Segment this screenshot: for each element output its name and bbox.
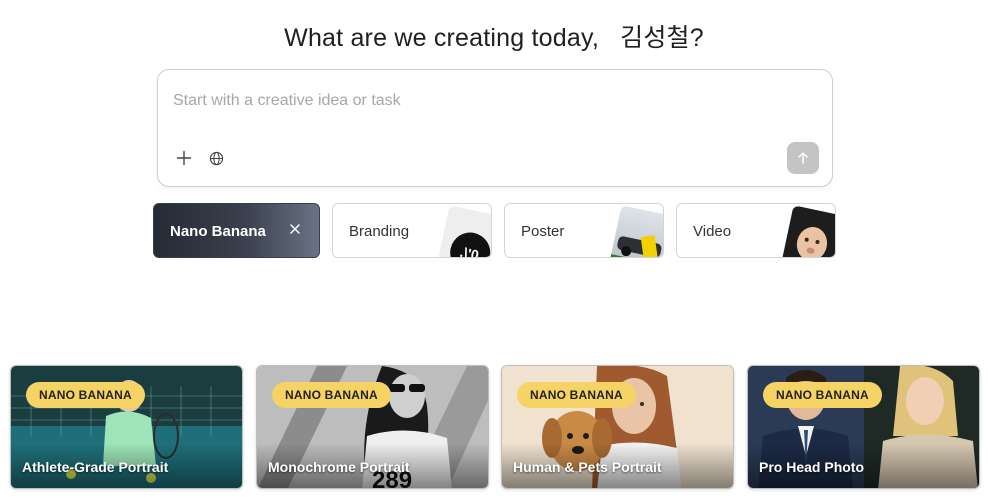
globe-icon xyxy=(209,151,223,165)
prompt-box xyxy=(157,69,833,187)
page-title: What are we creating today, 김성철? xyxy=(0,18,988,54)
template-card-monochrome[interactable]: 289 NANO BANANA Monochrome Portrait xyxy=(256,365,489,489)
card-badge: NANO BANANA xyxy=(517,382,636,408)
prompt-input[interactable] xyxy=(173,88,813,114)
chip-branding[interactable]: Branding .\'0 xyxy=(332,203,492,258)
card-title: Monochrome Portrait xyxy=(268,459,410,475)
card-title: Pro Head Photo xyxy=(759,459,865,475)
chip-label: Branding xyxy=(349,223,410,240)
branding-thumbnail: .\'0 xyxy=(437,205,491,257)
arrow-up-icon xyxy=(798,152,808,164)
chip-label: Poster xyxy=(521,223,565,240)
web-search-button[interactable] xyxy=(205,147,227,169)
chip-label: Video xyxy=(693,223,732,240)
card-badge: NANO BANANA xyxy=(763,382,882,408)
greeting-text: What are we creating today, xyxy=(284,24,599,52)
chip-nano-banana[interactable]: Nano Banana xyxy=(153,203,320,258)
video-thumbnail xyxy=(781,205,835,257)
card-title: Athlete-Grade Portrait xyxy=(22,459,169,475)
chip-video[interactable]: Video xyxy=(676,203,836,258)
card-badge: NANO BANANA xyxy=(26,382,145,408)
template-card-athlete[interactable]: NANO BANANA Athlete-Grade Portrait xyxy=(10,365,243,489)
poster-thumbnail xyxy=(609,205,663,257)
template-card-human-pets[interactable]: NANO BANANA Human & Pets Portrait xyxy=(501,365,734,489)
chip-label: Nano Banana xyxy=(170,223,266,240)
chip-poster[interactable]: Poster xyxy=(504,203,664,258)
card-title: Human & Pets Portrait xyxy=(513,459,662,475)
add-button[interactable] xyxy=(173,147,195,169)
plus-icon xyxy=(176,150,192,166)
greeting-suffix: ? xyxy=(689,24,704,52)
card-badge: NANO BANANA xyxy=(272,382,391,408)
send-button[interactable] xyxy=(787,142,819,174)
template-card-head-photo[interactable]: NANO BANANA Pro Head Photo xyxy=(747,365,980,489)
close-icon[interactable] xyxy=(287,221,303,237)
user-name: 김성철 xyxy=(620,24,690,52)
